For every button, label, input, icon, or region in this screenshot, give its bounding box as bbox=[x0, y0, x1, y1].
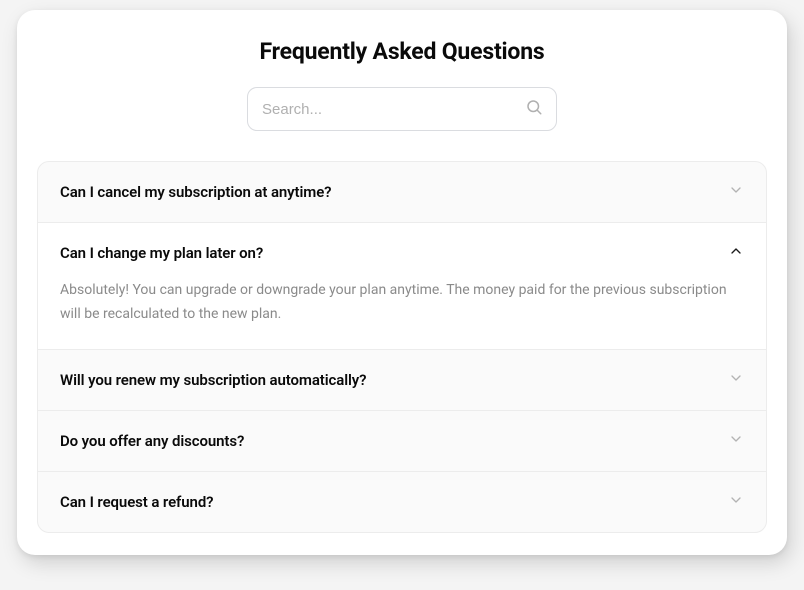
chevron-down-icon bbox=[728, 370, 744, 390]
accordion-toggle[interactable]: Will you renew my subscription automatic… bbox=[38, 350, 766, 410]
accordion-toggle[interactable]: Can I cancel my subscription at anytime? bbox=[38, 162, 766, 222]
accordion-item: Will you renew my subscription automatic… bbox=[38, 350, 766, 411]
accordion-item: Can I request a refund? bbox=[38, 472, 766, 532]
page-title: Frequently Asked Questions bbox=[17, 38, 787, 65]
faq-accordion: Can I cancel my subscription at anytime?… bbox=[37, 161, 767, 533]
search-container bbox=[17, 87, 787, 131]
faq-card: Frequently Asked Questions Can I cancel … bbox=[17, 10, 787, 555]
accordion-item: Can I change my plan later on? Absolutel… bbox=[38, 223, 766, 350]
chevron-up-icon bbox=[728, 243, 744, 263]
chevron-down-icon bbox=[728, 492, 744, 512]
question-text: Will you renew my subscription automatic… bbox=[60, 371, 366, 389]
question-text: Do you offer any discounts? bbox=[60, 432, 244, 450]
search-field-wrapper bbox=[247, 87, 557, 131]
accordion-toggle[interactable]: Can I change my plan later on? bbox=[38, 223, 766, 283]
chevron-down-icon bbox=[728, 182, 744, 202]
search-input[interactable] bbox=[247, 87, 557, 131]
chevron-down-icon bbox=[728, 431, 744, 451]
accordion-toggle[interactable]: Can I request a refund? bbox=[38, 472, 766, 532]
answer-text: Absolutely! You can upgrade or downgrade… bbox=[38, 279, 766, 349]
question-text: Can I cancel my subscription at anytime? bbox=[60, 183, 331, 201]
question-text: Can I change my plan later on? bbox=[60, 244, 263, 262]
accordion-item: Do you offer any discounts? bbox=[38, 411, 766, 472]
accordion-toggle[interactable]: Do you offer any discounts? bbox=[38, 411, 766, 471]
accordion-item: Can I cancel my subscription at anytime? bbox=[38, 162, 766, 223]
question-text: Can I request a refund? bbox=[60, 493, 213, 511]
